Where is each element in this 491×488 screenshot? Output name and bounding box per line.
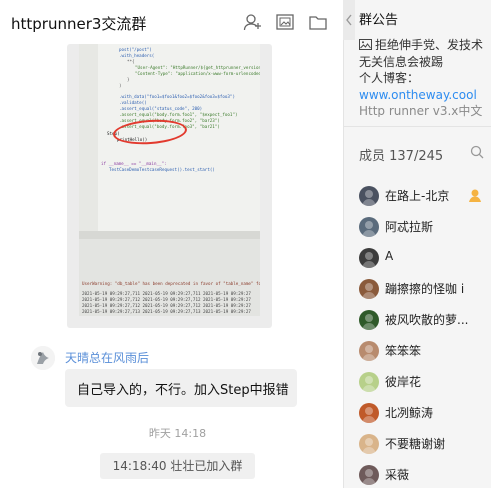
code-line: if __name__ == "__main__": [101, 161, 167, 166]
code-line: TestCaseDemoTestcaseRequest().test_start… [109, 167, 215, 172]
members-count: 成员 137/245 [359, 149, 444, 164]
member-item[interactable]: 在路上-北京 [355, 182, 491, 210]
code-line: post("/post") [119, 47, 152, 52]
member-item[interactable]: A [355, 244, 491, 272]
avatar [359, 341, 379, 361]
code-line: .validate() [119, 100, 147, 105]
terminal-line: 2021-05-19 09:29:27,712 2021-05-19 09:29… [82, 303, 251, 308]
add-member-icon[interactable] [243, 12, 263, 32]
member-name: 不要糖谢谢 [385, 437, 446, 451]
notice-title: 群公告 [359, 13, 399, 28]
notice-blog-label: 个人博客： [359, 71, 420, 85]
avatar [359, 186, 379, 206]
message-bubble[interactable]: 自己导入的，不行。加入Step中报错 [65, 369, 297, 407]
avatar [359, 248, 379, 268]
avatar [359, 372, 379, 392]
notice-body[interactable]: 拒绝伸手党、发技术无关信息会被踢 个人博客：www.ontheway.cool … [359, 37, 490, 117]
editor-tab-strip [79, 231, 260, 239]
owner-badge-icon [467, 187, 483, 203]
member-name: 彼岸花 [385, 375, 422, 389]
avatar [359, 279, 379, 299]
time-separator: 昨天 14:18 [148, 427, 207, 440]
code-line: "Content-Type": "application/x-www-form-… [135, 71, 260, 76]
terminal-area: UserWarning: "db_table" has been depreca… [79, 239, 260, 316]
member-name: 北冽鲸涛 [385, 406, 434, 420]
terminal-line: 2021-05-19 09:29:27,712 2021-05-19 09:29… [82, 297, 251, 302]
member-item[interactable]: 采薇 [355, 461, 491, 488]
code-line: } [127, 77, 130, 82]
avatar [359, 434, 379, 454]
image-message[interactable]: post("/post") .with_headers(**{"User-Agen… [67, 44, 272, 328]
avatar [359, 465, 379, 485]
folder-icon[interactable] [308, 12, 328, 32]
chevron-left-icon [346, 14, 352, 26]
code-line: ) [119, 83, 122, 88]
code-line: .with_headers( [119, 53, 155, 58]
notice-line3: Http runner v3.x中文文 [359, 104, 483, 117]
member-name: 在路上-北京 [385, 189, 450, 203]
system-notice: 14:18:40 壮壮已加入群 [100, 453, 255, 479]
search-icon[interactable] [470, 145, 484, 159]
member-name: A [385, 249, 394, 263]
avatar [359, 403, 379, 423]
terminal-line: 2021-05-19 09:29:27,711 2021-05-19 09:29… [82, 291, 251, 296]
avatar [359, 217, 379, 237]
chat-title: httprunner3交流群 [11, 15, 147, 33]
code-line: .assert_equal("status_code", 200) [119, 106, 203, 111]
image-icon [359, 38, 372, 50]
chat-panel: httprunner3交流群 post("/post") .with_header… [0, 0, 343, 488]
member-item[interactable]: 北冽鲸涛 [355, 399, 491, 427]
member-name: 蹦擦擦的怪咖 i [385, 282, 465, 296]
member-item[interactable]: 彼岸花 [355, 368, 491, 396]
code-line: **{ [127, 59, 135, 64]
member-item[interactable]: 阿忒拉斯 [355, 213, 491, 241]
panel-divider [343, 126, 491, 127]
code-line: .with_data("foo1=$foo1&foo2=$foo2&foo3=$… [119, 94, 235, 99]
code-editor-area: post("/post") .with_headers(**{"User-Agen… [79, 44, 260, 239]
collapse-panel-tab[interactable] [343, 0, 355, 40]
terminal-line: UserWarning: "db_table" has been depreca… [82, 281, 260, 286]
sender-avatar[interactable] [31, 346, 55, 370]
chat-header: httprunner3交流群 [0, 0, 343, 44]
terminal-line: 2021-05-19 09:29:27,713 2021-05-19 09:29… [82, 309, 251, 314]
avatar [359, 310, 379, 330]
member-name: 采薇 [385, 468, 410, 482]
sender-name[interactable]: 天晴总在风雨后 [65, 349, 149, 366]
member-name: 阿忒拉斯 [385, 220, 434, 234]
member-item[interactable]: 笨笨笨 [355, 337, 491, 365]
image-window-icon[interactable] [275, 12, 295, 32]
code-line: "User-Agent": "HttpRunner/${get_httprunn… [135, 65, 260, 70]
member-name: 被风吹散的萝... [385, 313, 469, 327]
code-screenshot: post("/post") .with_headers(**{"User-Agen… [79, 44, 260, 316]
member-item[interactable]: 不要糖谢谢 [355, 430, 491, 458]
member-name: 笨笨笨 [385, 344, 422, 358]
member-item[interactable]: 蹦擦擦的怪咖 i [355, 275, 491, 303]
blog-link[interactable]: www.ontheway.cool [359, 88, 477, 102]
notice-line1: 拒绝伸手党、发技术无关信息会被踢 [359, 38, 484, 69]
code-line: .assert_equal("body.form.foo1", "$expect… [119, 112, 238, 117]
line-gutter [79, 44, 98, 239]
member-item[interactable]: 被风吹散的萝... [355, 306, 491, 334]
